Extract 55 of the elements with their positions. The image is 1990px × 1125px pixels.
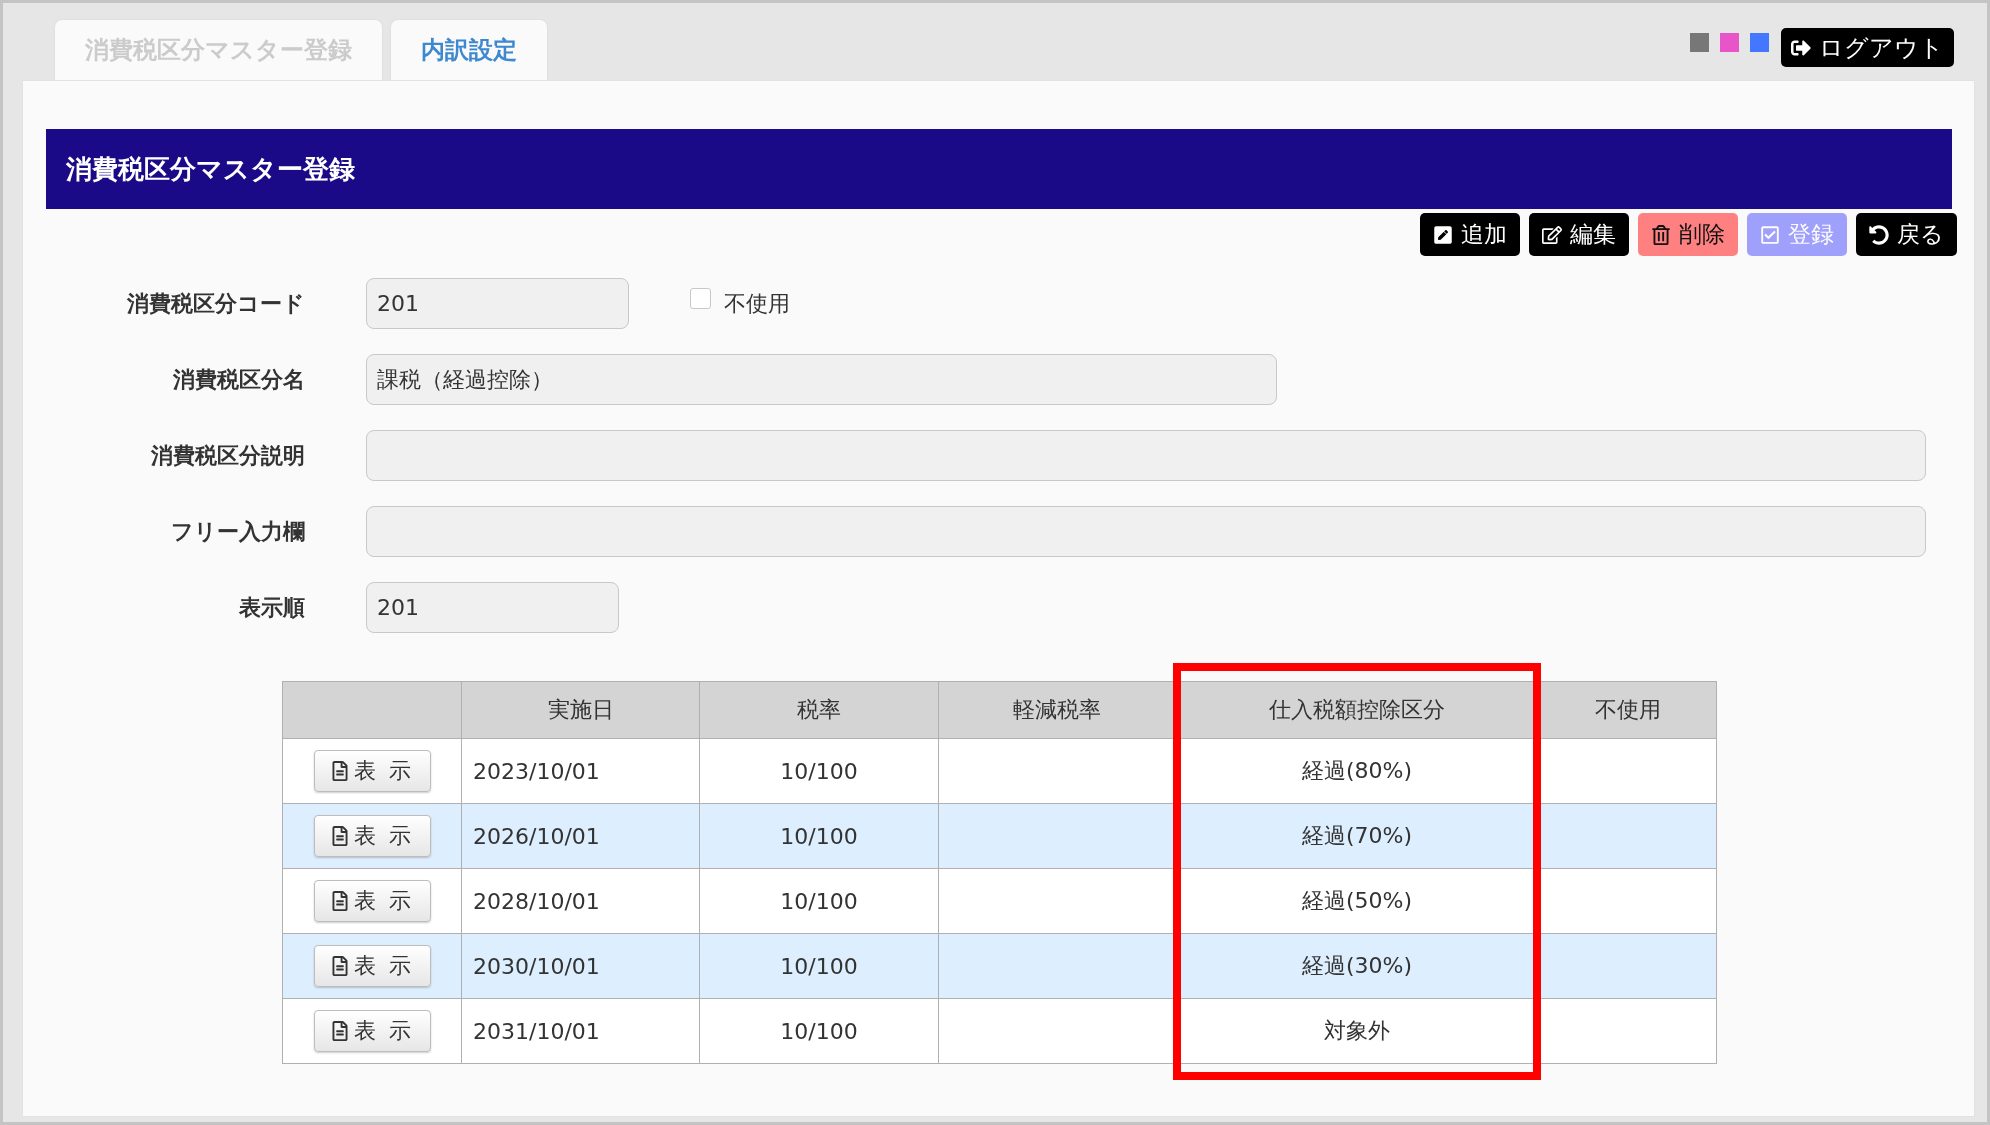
view-button[interactable]: 表 示 [313, 750, 431, 792]
view-button[interactable]: 表 示 [313, 815, 431, 857]
column-header: 軽減税率 [1013, 697, 1101, 722]
view-button[interactable]: 表 示 [313, 945, 431, 987]
table-cell: 経過(50%) [1301, 888, 1413, 913]
document-icon [330, 1021, 350, 1041]
document-icon [330, 891, 350, 911]
input-field[interactable]: 201 [366, 278, 629, 329]
back-button[interactable]: 戻る [1856, 213, 1957, 256]
input-field[interactable] [366, 430, 1926, 481]
table-cell: 2028/10/01 [473, 888, 600, 914]
input-field[interactable]: 201 [366, 582, 619, 633]
field-label: フリー入力欄 [171, 517, 305, 546]
input-field[interactable] [366, 506, 1926, 557]
table-cell: 10/100 [780, 758, 858, 784]
column-header: 実施日 [547, 697, 614, 722]
table-cell: 経過(30%) [1301, 953, 1413, 978]
view-button[interactable]: 表 示 [313, 880, 431, 922]
logout-button[interactable]: ログアウト [1781, 28, 1954, 67]
input-field[interactable]: 課税（経過控除） [366, 354, 1277, 405]
tab[interactable]: 内訳設定 [390, 19, 548, 80]
color-swatch-icon[interactable] [1720, 33, 1739, 52]
color-swatch-icon[interactable] [1690, 33, 1709, 52]
table-cell: 10/100 [780, 823, 858, 849]
trash-icon [1651, 224, 1671, 245]
checkbox[interactable] [690, 288, 711, 309]
table-cell: 10/100 [780, 953, 858, 979]
table-cell: 2031/10/01 [473, 1018, 600, 1044]
column-header: 仕入税額控除区分 [1269, 697, 1445, 722]
checkbox-label: 不使用 [724, 289, 790, 318]
column-header: 不使用 [1594, 697, 1661, 722]
field-label: 消費税区分名 [173, 365, 305, 394]
edit-button[interactable]: 編集 [1529, 213, 1629, 256]
undo-arrow-icon [1869, 224, 1889, 245]
view-button[interactable]: 表 示 [313, 1010, 431, 1052]
delete-button[interactable]: 削除 [1638, 213, 1738, 256]
table-cell: 10/100 [780, 1018, 858, 1044]
document-icon [330, 826, 350, 846]
column-header: 税率 [797, 697, 841, 722]
color-swatch-icon[interactable] [1750, 33, 1769, 52]
table-cell: 対象外 [1324, 1018, 1390, 1043]
page-title: 消費税区分マスター登録 [46, 129, 1952, 209]
field-label: 消費税区分コード [127, 289, 305, 318]
table-cell: 2026/10/01 [473, 823, 600, 849]
table-cell: 2023/10/01 [473, 758, 600, 784]
table-cell: 経過(70%) [1301, 823, 1413, 848]
field-label: 消費税区分説明 [151, 441, 305, 470]
field-label: 表示順 [239, 593, 305, 622]
pencil-square-outline-icon [1542, 224, 1562, 245]
table-cell: 10/100 [780, 888, 858, 914]
table-cell: 経過(80%) [1301, 758, 1413, 783]
document-icon [330, 956, 350, 976]
add-button[interactable]: 追加 [1420, 213, 1520, 256]
table-cell: 2030/10/01 [473, 953, 600, 979]
document-icon [330, 761, 350, 781]
